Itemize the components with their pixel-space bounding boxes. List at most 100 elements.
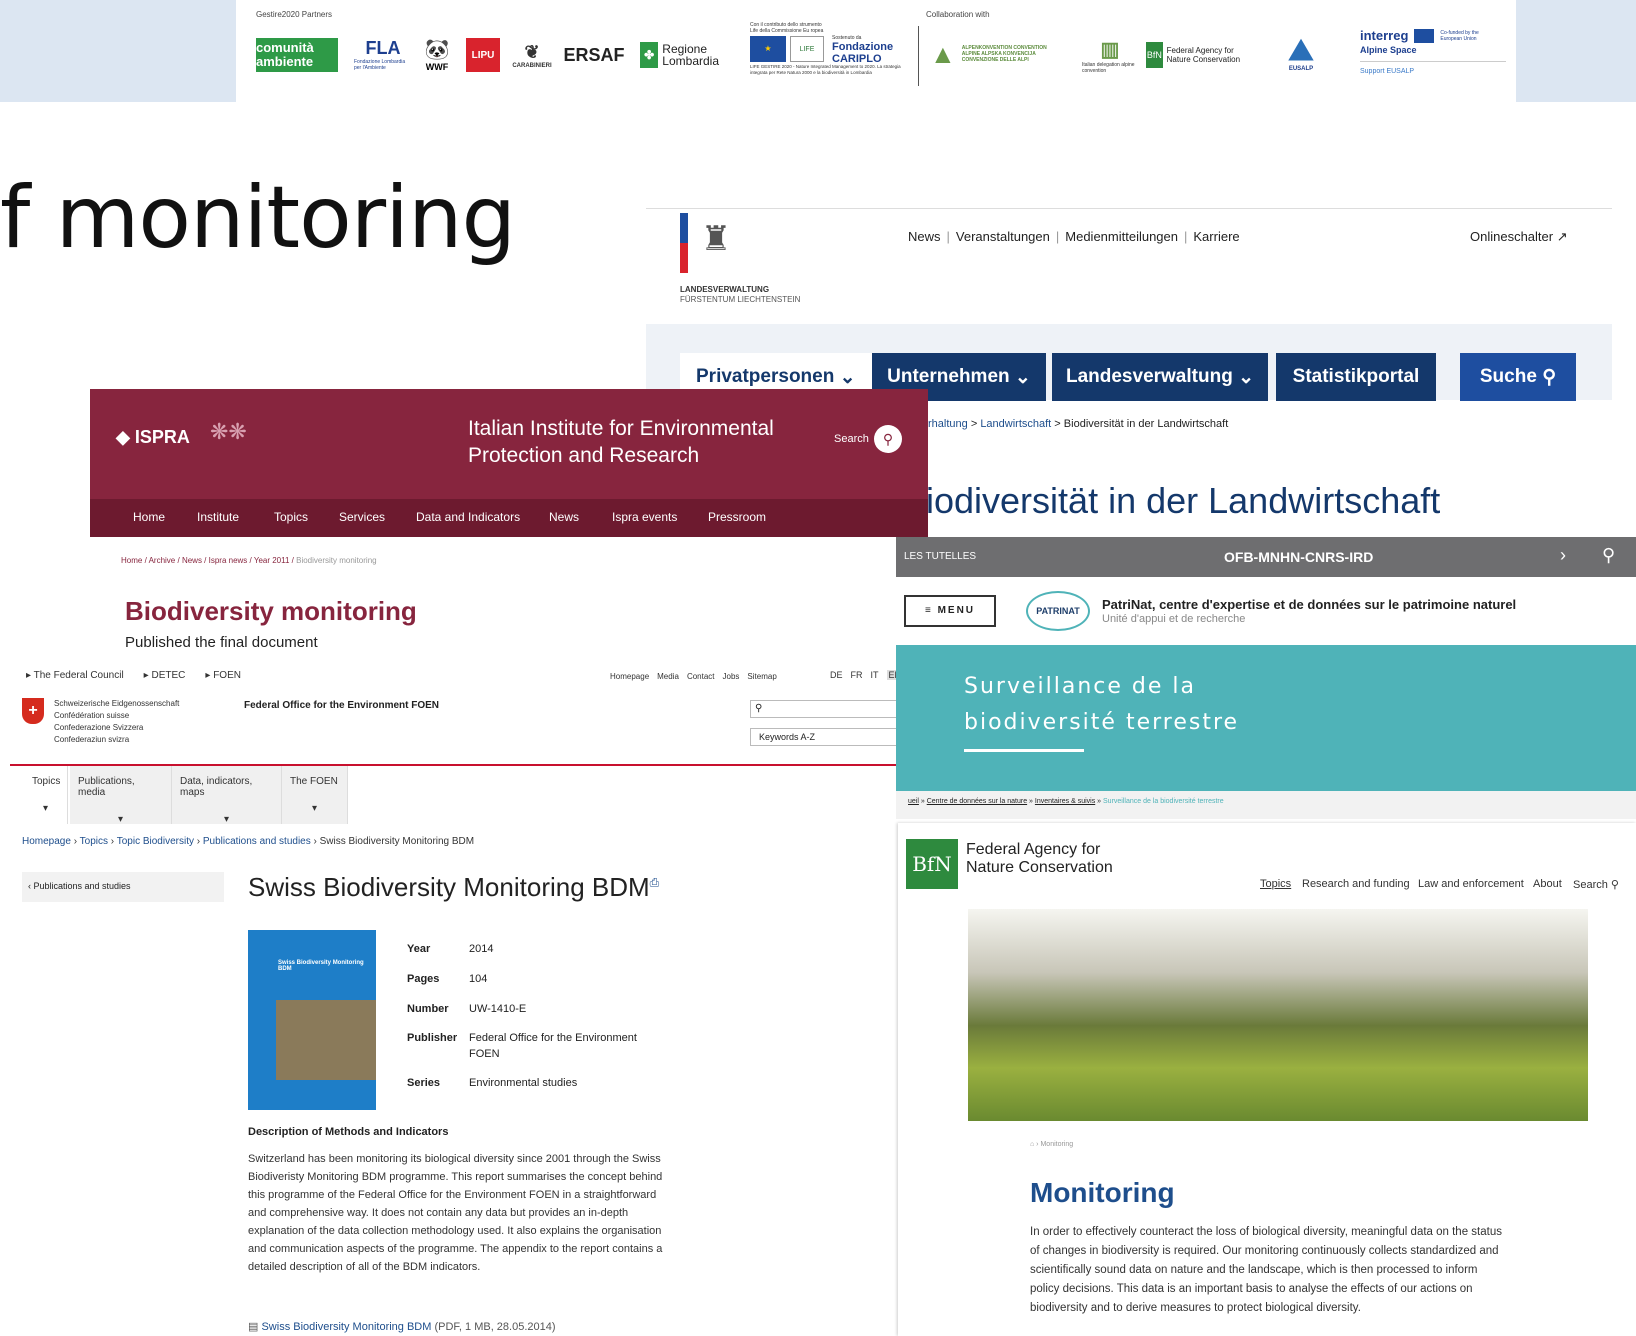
- foen-crumbs: ▸ The Federal Council ▸ DETEC ▸ FOEN: [26, 670, 241, 681]
- search-button[interactable]: Suche ⚲: [1460, 353, 1576, 401]
- interreg-logo: interreg Co-funded by the European Union…: [1360, 28, 1506, 88]
- fla-logo: FLA Fondazione Lombardia per l'Ambiente: [354, 37, 406, 71]
- ispra-network-icon: ❋❋: [210, 419, 247, 444]
- bfn-body: In order to effectively counteract the l…: [1030, 1226, 1502, 1314]
- foen-tab-data[interactable]: Data, indicators, maps ▾: [172, 766, 282, 825]
- foen-office-name: Federal Office for the Environment FOEN: [244, 700, 440, 711]
- desc-heading: Description of Methods and Indicators: [248, 1126, 449, 1138]
- patrinat-breadcrumb: ueil » Centre de données sur la nature »…: [896, 791, 1636, 819]
- link-medienmitteilungen[interactable]: Medienmitteilungen: [1065, 229, 1178, 244]
- tab-landesverwaltung[interactable]: Landesverwaltung ⌄: [1052, 353, 1268, 401]
- li-top-links: News | Veranstaltungen | Medienmitteilunge…: [908, 229, 1240, 244]
- ispra-header: ◆ ISPRA ❋❋ Italian Institute for Environ…: [90, 389, 928, 499]
- search-icon: ⚲: [1542, 366, 1557, 388]
- banner-underline: [964, 749, 1084, 752]
- print-icon[interactable]: ⎙: [650, 875, 660, 889]
- landscape-photo: [968, 909, 1588, 1121]
- collab-label: Collaboration with: [926, 10, 990, 19]
- ispra-nav-news[interactable]: News: [549, 510, 579, 524]
- chevron-right-icon[interactable]: ›: [1560, 545, 1566, 566]
- foen-breadcrumb: Homepage › Topics › Topic Biodiversity ›…: [22, 836, 475, 847]
- eusalp-logo: ⛰ EUSALP: [1288, 34, 1314, 73]
- desc-body: Switzerland has been monitoring its biol…: [248, 1153, 663, 1273]
- org-subname: FÜRSTENTUM LIECHTENSTEIN: [680, 295, 801, 304]
- ispra-heading: Biodiversity monitoring: [125, 596, 417, 626]
- back-to-publications[interactable]: ‹ Publications and studies: [22, 872, 224, 902]
- eu-flag-icon: [1414, 28, 1435, 43]
- bfn-nav-law[interactable]: Law and enforcement: [1418, 878, 1524, 890]
- home-icon[interactable]: ⌂: [1030, 1141, 1034, 1148]
- alpine-convention-logo: ▲ ALPENKONVENTION CONVENTION ALPINE ALPS…: [930, 38, 1047, 69]
- bfn-nav-research[interactable]: Research and funding: [1302, 878, 1410, 890]
- org-name: LANDESVERWALTUNG: [680, 285, 770, 294]
- ispra-logo: ◆ ISPRA: [116, 427, 190, 447]
- link-veranstaltungen[interactable]: Veranstaltungen: [956, 229, 1050, 244]
- partners-label: Gestire2020 Partners: [256, 10, 333, 19]
- language-switcher: DE FR IT EN: [830, 670, 904, 680]
- flag-stripe: [680, 213, 688, 273]
- ispra-title: Italian Institute for Environmental Prote…: [468, 417, 774, 467]
- ispra-nav-services[interactable]: Services: [339, 510, 385, 524]
- foen-tab-publications[interactable]: Publications, media ▾: [70, 766, 172, 825]
- ersaf-logo: ERSAF: [563, 44, 625, 65]
- patrinat-logo: PATRINAT: [1026, 591, 1090, 631]
- ispra-search-label: Search: [834, 433, 869, 445]
- ispra-nav-events[interactable]: Ispra events: [612, 510, 677, 524]
- search-icon: ⚲: [755, 703, 763, 714]
- bfn-heading: Monitoring: [1030, 1177, 1175, 1208]
- natura2000-icon: LIFE: [790, 36, 824, 62]
- bfn-name: Federal Agency for Nature Conservation: [966, 841, 1113, 876]
- foen-search-input[interactable]: ⚲: [750, 700, 906, 718]
- download-row: ▤ Swiss Biodiversity Monitoring BDM (PDF…: [248, 1321, 556, 1333]
- keywords-select[interactable]: Keywords A-Z▾: [750, 728, 906, 746]
- search-icon[interactable]: ⚲: [874, 425, 902, 453]
- bfn-nav-topics[interactable]: Topics: [1260, 878, 1291, 890]
- li-breadcrumb: rhaltung > Landwirtschaft > Biodiversitä…: [928, 418, 1229, 430]
- lipu-logo: LIPU: [466, 38, 500, 72]
- ispra-nav-topics[interactable]: Topics: [274, 510, 308, 524]
- publication-cover[interactable]: Swiss Biodiversity Monitoring BDM: [248, 930, 376, 1110]
- carabinieri-logo: ❦ CARABINIERI: [512, 41, 552, 69]
- onlineschalter-link[interactable]: Onlineschalter ↗: [1470, 229, 1568, 245]
- bfn-logo: BfN: [906, 839, 958, 889]
- link-news[interactable]: News: [908, 229, 941, 244]
- eu-flag-icon: ★: [750, 36, 786, 62]
- bfn-breadcrumb: ⌂ › Monitoring: [1030, 1141, 1074, 1148]
- confederation-names: Schweizerische Eidgenossenschaft Confédér…: [54, 699, 180, 744]
- swiss-cross-icon: +: [22, 698, 44, 724]
- ispra-nav-institute[interactable]: Institute: [197, 510, 239, 524]
- comunita-ambiente-logo: comunità ambiente: [256, 38, 338, 72]
- ispra-nav-data[interactable]: Data and Indicators: [416, 510, 520, 524]
- ispra-breadcrumb: Home / Archive / News / Ispra news / Yea…: [121, 556, 377, 565]
- bfn-banner-logo: BfN Federal Agency for Nature Conservati…: [1146, 40, 1258, 70]
- link-karriere[interactable]: Karriere: [1193, 229, 1239, 244]
- menu-button[interactable]: ≡ MENU: [904, 595, 996, 627]
- foen-top-links: Homepage Media Contact Jobs Sitemap: [610, 672, 777, 681]
- tab-statistikportal[interactable]: Statistikportal: [1276, 353, 1436, 401]
- foen-tab-topics[interactable]: Topics ▾: [24, 766, 68, 824]
- cover-photo: [276, 1000, 376, 1080]
- banner-divider: [918, 26, 919, 86]
- italian-delegation-logo: ▥ Italian delegation alpine convention: [1082, 38, 1135, 74]
- partners-banner: Gestire2020 Partners Collaboration with …: [236, 0, 1516, 102]
- bfn-site: BfN Federal Agency for Nature Conservatio…: [898, 823, 1636, 1336]
- ispra-nav-home[interactable]: Home: [133, 510, 165, 524]
- ispra-nav-pressroom[interactable]: Pressroom: [708, 510, 766, 524]
- bfn-nav-search[interactable]: Search ⚲: [1573, 878, 1619, 891]
- patrinat-banner: Surveillance de la biodiversité terrestre: [896, 645, 1636, 791]
- foen-title: Swiss Biodiversity Monitoring BDM⎙: [248, 872, 660, 902]
- coat-of-arms-icon: ♜: [700, 220, 732, 258]
- slide-title: f monitoring: [0, 168, 516, 268]
- patrinat-header: ≡ MENU PATRINAT PatriNat, centre d'exper…: [896, 577, 1636, 645]
- cariplo-logo: Sostenuto da Fondazione CARIPLO: [832, 35, 894, 65]
- foen-tab-the-foen[interactable]: The FOEN ▾: [282, 766, 348, 824]
- li-page-title: iodiversität in der Landwirtschaft: [926, 480, 1441, 521]
- patrinat-topbar: LES TUTELLES OFB-MNHN-CNRS-IRD › ⚲: [896, 537, 1636, 577]
- ispra-subheading: Published the final document: [125, 634, 318, 651]
- regione-lombardia-logo: ✤ Regione Lombardia: [640, 38, 736, 72]
- publication-meta: Year 2014 Pages 104 Number UW-1410-E Publis…: [407, 943, 637, 1089]
- search-icon[interactable]: ⚲: [1602, 545, 1615, 566]
- search-icon: ⚲: [1610, 879, 1619, 891]
- wwf-logo: 🐼 WWF: [424, 38, 450, 72]
- bfn-nav-about[interactable]: About: [1533, 878, 1562, 890]
